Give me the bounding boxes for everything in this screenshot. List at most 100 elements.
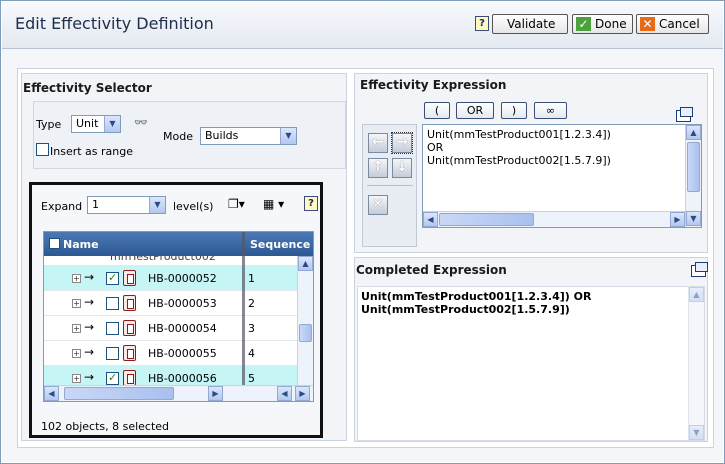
arrow-right-icon: → [84,320,95,334]
arrow-right-icon: → [84,345,95,359]
item-revision-icon [123,320,136,336]
validate-label: Validate [507,17,556,31]
scroll-up-icon[interactable]: ▲ [298,256,313,271]
arrow-right-icon[interactable]: → [391,132,413,154]
open-paren-button[interactable]: ( [424,102,450,119]
type-select[interactable]: Unit ▼ [71,115,121,133]
table-menu-icon[interactable]: ▦ ▾ [263,197,284,211]
item-revision-icon [123,345,136,361]
arrow-right-icon: → [84,295,95,309]
item-revision-icon [123,370,136,386]
binoculars-icon[interactable]: 👓 [134,117,149,129]
infinity-button[interactable]: ∞ [534,102,567,119]
chevron-down-icon: ▼ [280,128,296,144]
row-sequence: 2 [248,297,255,310]
column-splitter[interactable] [242,232,245,401]
dialog-window: Edit Effectivity Definition ? Validate ✓… [0,0,725,464]
scroll-down-icon[interactable]: ▼ [689,425,704,440]
validate-button[interactable]: Validate [492,14,568,34]
row-checkbox[interactable] [106,297,119,310]
arrow-left-icon[interactable]: ← [368,133,388,153]
divider [367,185,413,186]
scroll-up-icon[interactable]: ▲ [689,287,704,302]
tree-row-parent[interactable]: mmTestProduct002 [44,256,297,266]
arrow-up-icon[interactable]: ↑ [368,158,388,178]
completed-line-1: Unit(mmTestProduct001[1.2.3.4]) OR [361,290,592,303]
chevron-down-icon: ▼ [149,197,165,213]
scroll-right-icon[interactable]: ▶ [295,386,310,401]
completed-expression-text: Unit(mmTestProduct001[1.2.3.4]) OR Unit(… [357,286,705,441]
horizontal-scroll-thumb[interactable] [64,387,174,400]
cancel-button[interactable]: ✕ Cancel [636,14,709,34]
copy-menu-icon[interactable]: ❐▾ [228,197,245,211]
row-checkbox[interactable] [106,347,119,360]
type-select-value: Unit [76,117,99,130]
type-label: Type [36,118,62,131]
scroll-left-icon[interactable]: ◀ [44,386,59,401]
completed-expression-title: Completed Expression [356,263,507,277]
completed-line-2: Unit(mmTestProduct002[1.5.7.9]) [361,303,570,316]
row-sequence: 4 [248,347,255,360]
scroll-right-icon[interactable]: ▶ [208,386,223,401]
mode-select[interactable]: Builds ▼ [200,127,297,145]
done-label: Done [595,17,627,31]
row-checkbox[interactable] [106,371,119,385]
select-all-checkbox[interactable] [49,238,60,249]
expand-icon[interactable]: + [72,349,81,358]
insert-range-checkbox[interactable] [36,143,49,156]
expand-select[interactable]: 1 ▼ [87,196,166,214]
expand-icon[interactable]: + [72,299,81,308]
expression-textarea[interactable]: Unit(mmTestProduct001[1.2.3.4]) OR Unit(… [422,124,702,228]
table-row[interactable]: + → HB-0000053 2 [44,291,297,316]
delete-icon[interactable]: ✕ [368,195,388,215]
help-icon[interactable]: ? [304,196,318,211]
arrow-right-icon: → [84,370,95,384]
scroll-left-icon[interactable]: ◀ [277,386,292,401]
insert-range-label: Insert as range [50,145,133,158]
effectivity-expression-title: Effectivity Expression [360,78,507,92]
mode-label: Mode [163,130,193,143]
chevron-down-icon: ▼ [104,116,120,132]
expression-line: OR [427,141,444,154]
expand-icon[interactable]: + [72,374,81,383]
or-button[interactable]: OR [456,102,494,119]
row-name: HB-0000053 [148,297,217,310]
row-name: HB-0000054 [148,322,217,335]
row-name: HB-0000056 [148,372,217,385]
done-button[interactable]: ✓ Done [572,14,633,34]
table-row[interactable]: + → HB-0000055 4 [44,341,297,366]
item-revision-icon [123,295,136,311]
help-icon[interactable]: ? [475,16,489,31]
close-paren-button[interactable]: ) [501,102,527,119]
scroll-right-icon[interactable]: ▶ [670,212,685,227]
expand-select-value: 1 [92,198,99,211]
row-sequence: 3 [248,322,255,335]
arrow-down-icon[interactable]: ↓ [392,158,412,178]
table-row[interactable]: + → HB-0000052 1 [44,266,297,291]
vertical-scroll-thumb[interactable] [687,142,700,192]
scroll-down-icon[interactable]: ▼ [686,211,701,226]
row-checkbox[interactable] [106,322,119,335]
dialog-header: Edit Effectivity Definition ? Validate ✓… [2,2,723,49]
maximize-icon[interactable] [676,107,693,122]
table-row[interactable]: + → HB-0000054 3 [44,316,297,341]
grid-vertical-scrollbar[interactable]: ▲ ▼ [297,256,313,401]
vertical-scroll-thumb[interactable] [299,324,312,342]
horizontal-scroll-thumb[interactable] [439,213,534,226]
grid-horizontal-scrollbar[interactable]: ◀ ▶ ◀ ▶ [44,385,313,401]
effectivity-selector-title: Effectivity Selector [23,81,152,95]
arrow-right-icon: → [84,270,95,284]
row-checkbox[interactable] [106,271,119,285]
expression-vertical-scrollbar[interactable]: ▲ ▼ [685,125,701,227]
column-header-sequence[interactable]: Sequence [250,238,310,251]
scroll-left-icon[interactable]: ◀ [423,212,438,227]
completed-scrollbar[interactable]: ▲ ▼ [688,287,704,440]
expression-nav-box: ← → ↑ ↓ ✕ [362,124,417,247]
maximize-icon[interactable] [691,262,708,277]
expression-horizontal-scrollbar[interactable]: ◀ ▶ [423,211,685,227]
expand-icon[interactable]: + [72,274,81,283]
expand-icon[interactable]: + [72,324,81,333]
grid-header: Name Sequence [44,232,313,256]
column-header-name[interactable]: Name [63,238,99,251]
scroll-up-icon[interactable]: ▲ [686,125,701,140]
